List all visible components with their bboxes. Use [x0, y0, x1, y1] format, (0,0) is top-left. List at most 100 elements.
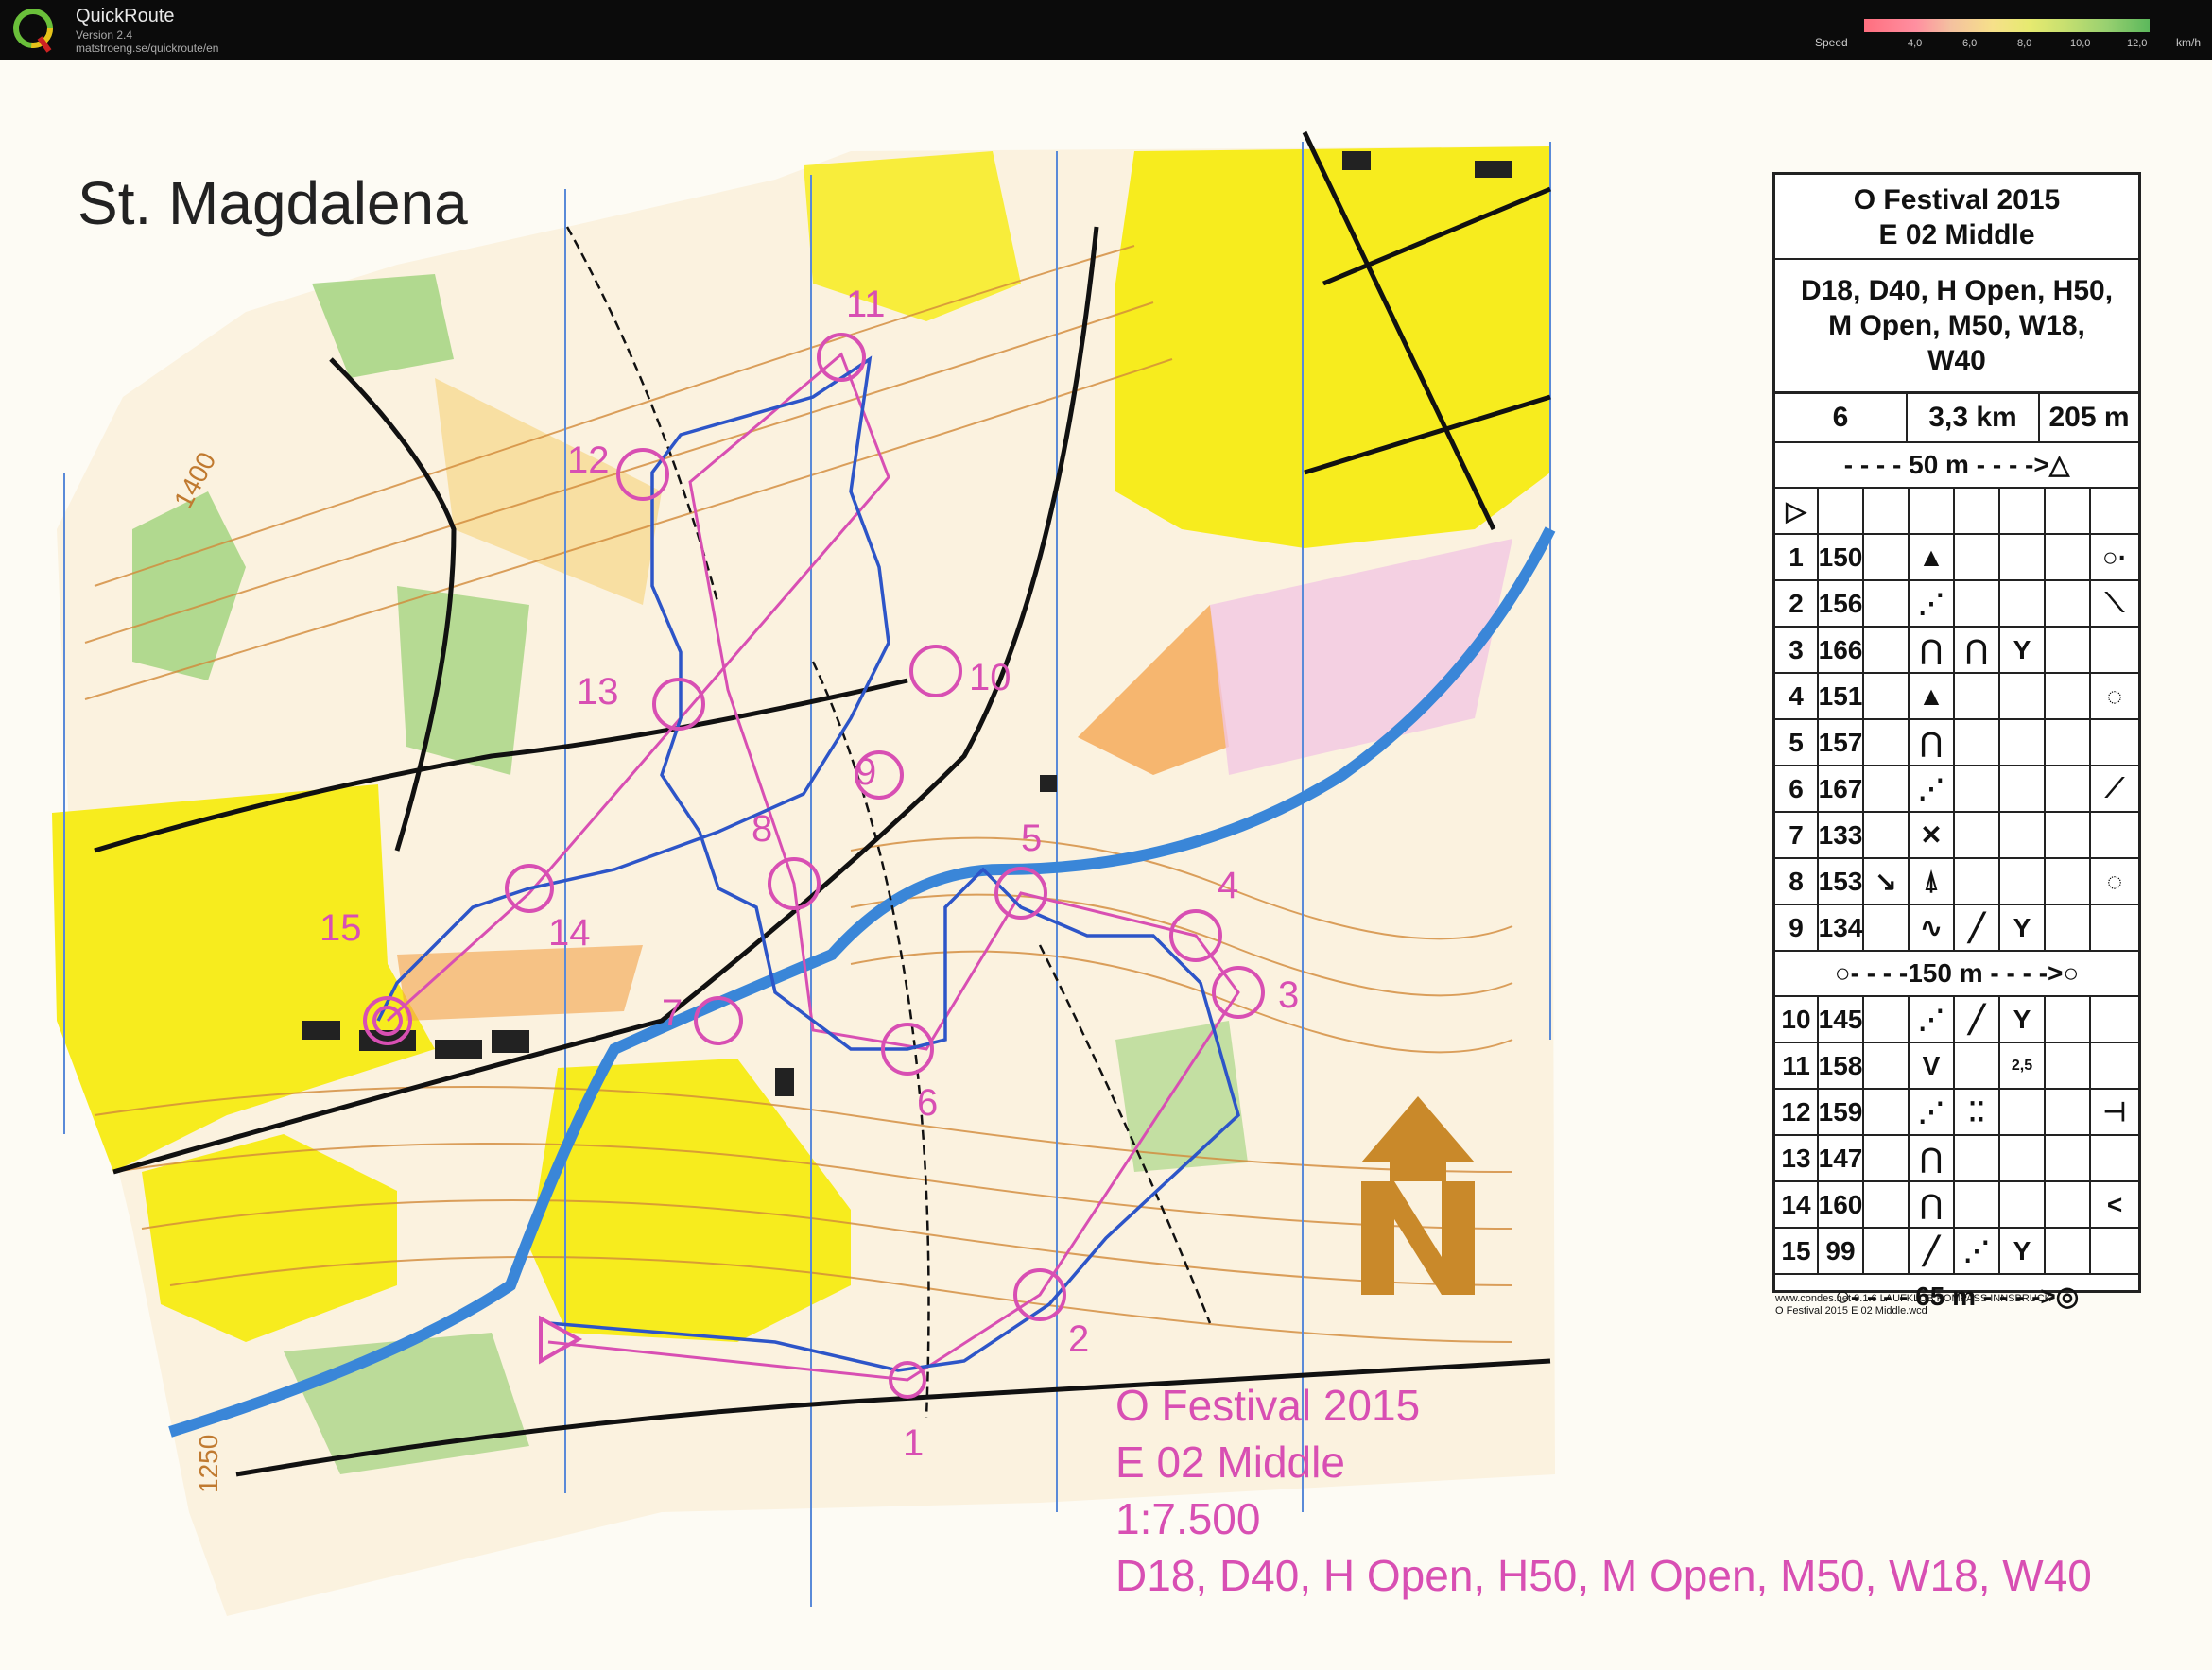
app-url: matstroeng.se/quickroute/en — [76, 42, 219, 55]
cd-combination-symbol — [2046, 813, 2091, 857]
control-label: 13 — [577, 671, 619, 713]
cd-which-feature — [1864, 535, 1910, 579]
cd-control-row: 14 160 ⋂ < — [1775, 1182, 2138, 1229]
cd-which-feature — [1864, 628, 1910, 672]
cd-cell — [2091, 489, 2138, 533]
rough-open-area — [397, 945, 643, 1021]
cd-control-code: 133 — [1819, 813, 1864, 857]
control-label: 4 — [1218, 865, 1238, 906]
cd-footer-line: O Festival 2015 E 02 Middle.wcd — [1775, 1305, 1927, 1317]
control-label: 6 — [917, 1082, 938, 1124]
cd-control-row: 12 159 ⋰ ⁚⁚ ⊣ — [1775, 1090, 2138, 1136]
cd-location-symbol: ⟋ — [2105, 773, 2124, 802]
cd-classes-line: M Open, M50, W18, — [1828, 310, 2085, 341]
cd-control-number: 2 — [1775, 581, 1819, 626]
event-course: E 02 Middle — [1115, 1438, 1345, 1487]
cd-combination-symbol — [2046, 720, 2091, 765]
cd-dimension-symbol: Y — [2000, 905, 2046, 950]
cd-location-symbol — [2091, 905, 2138, 950]
control-label: 14 — [548, 912, 591, 954]
cd-cell — [2046, 489, 2091, 533]
cd-control-code: 167 — [1819, 766, 1864, 811]
cd-combination-symbol — [2046, 997, 2091, 1042]
cd-appearance-symbol — [1955, 581, 2000, 626]
control-label: 1 — [903, 1422, 924, 1464]
cd-feature-symbol: V — [1910, 1043, 1955, 1088]
cd-control-code: 99 — [1819, 1229, 1864, 1273]
cd-control-row: 1 150 ▲ ○· — [1775, 535, 2138, 581]
cd-control-number: 10 — [1775, 997, 1819, 1042]
cd-appearance-symbol — [1955, 674, 2000, 718]
cd-feature-symbol: ▲ — [1910, 674, 1955, 718]
cd-dimension-symbol: 2,5 — [2000, 1043, 2046, 1088]
cd-appearance-symbol: ╱ — [1955, 997, 2000, 1042]
cd-dimension-symbol: Y — [2000, 628, 2046, 672]
cd-control-code: 159 — [1819, 1090, 1864, 1134]
control-label: 10 — [969, 657, 1011, 698]
cd-which-feature — [1864, 581, 1910, 626]
cd-classes-line: W40 — [1927, 345, 1986, 376]
cd-footer-line: www.condes.net 9.1.6 LAUFKLUB KOMPASS IN… — [1775, 1293, 2052, 1304]
cd-cell — [1955, 489, 2000, 533]
cd-feature-symbol: ⋰ — [1910, 766, 1955, 811]
cd-control-number: 6 — [1775, 766, 1819, 811]
cd-control-code: 150 — [1819, 535, 1864, 579]
cd-location-symbol — [2091, 1136, 2138, 1180]
cd-control-number: 15 — [1775, 1229, 1819, 1273]
cd-combination-symbol — [2046, 859, 2091, 904]
cd-marked-route: - - - - 50 m - - - ->△ — [1775, 443, 2138, 489]
cd-event: O Festival 2015 E 02 Middle — [1775, 175, 2138, 260]
cd-feature-symbol: ▲ — [1910, 535, 1955, 579]
cd-combination-symbol — [2046, 1182, 2091, 1227]
cd-control-row: 9 134 ∿ ╱ Y — [1775, 905, 2138, 952]
cd-control-number: 11 — [1775, 1043, 1819, 1088]
cd-feature-symbol: ∿ — [1910, 905, 1955, 950]
cd-combination-symbol — [2046, 674, 2091, 718]
cd-appearance-symbol: ⁚⁚ — [1955, 1090, 2000, 1134]
cd-which-feature — [1864, 997, 1910, 1042]
cd-combination-symbol — [2046, 1090, 2091, 1134]
start-triangle-icon: ▷ — [1775, 489, 1819, 533]
cd-rows: 10 145 ⋰ ╱ Y 11 158 V 2,5 12 159 ⋰ ⁚⁚ ⊣ 13 147 ⋂ 14 160 ⋂ <1… — [1775, 997, 2138, 1275]
cd-combination-symbol — [2046, 905, 2091, 950]
cd-footer: www.condes.net 9.1.6 LAUFKLUB KOMPASS IN… — [1775, 1293, 2051, 1317]
cd-feature-symbol: ⋰ — [1910, 997, 1955, 1042]
cd-control-number: 13 — [1775, 1136, 1819, 1180]
cd-appearance-symbol — [1955, 766, 2000, 811]
speed-tick: 12,0 — [2127, 38, 2148, 49]
speed-tick: 8,0 — [2017, 38, 2032, 49]
cd-control-row: 13 147 ⋂ — [1775, 1136, 2138, 1182]
cd-which-feature — [1864, 1136, 1910, 1180]
cd-location-symbol: ○· — [2101, 542, 2128, 572]
cd-appearance-symbol — [1955, 1182, 2000, 1227]
cd-combination-symbol — [2046, 1229, 2091, 1273]
cd-control-row: 7 133 ✕ — [1775, 813, 2138, 859]
cd-start-row: ▷ — [1775, 489, 2138, 535]
cd-control-code: 151 — [1819, 674, 1864, 718]
cd-location-symbol — [2091, 720, 2138, 765]
cd-appearance-symbol — [1955, 859, 2000, 904]
cd-which-feature — [1864, 1229, 1910, 1273]
north-arrow-icon — [1361, 1096, 1475, 1295]
cd-which-feature — [1864, 766, 1910, 811]
cd-which-feature — [1864, 1090, 1910, 1134]
cd-appearance-symbol: ╱ — [1955, 905, 2000, 950]
cd-control-code: 166 — [1819, 628, 1864, 672]
cd-appearance-symbol — [1955, 813, 2000, 857]
app-title: QuickRoute — [76, 6, 175, 26]
control-label: 9 — [855, 751, 876, 793]
cd-location-symbol: ⊣ — [2102, 1097, 2127, 1127]
cd-control-row: 2 156 ⋰ ⟍ — [1775, 581, 2138, 628]
cd-feature-symbol: ⋂ — [1910, 1136, 1955, 1180]
cd-control-number: 5 — [1775, 720, 1819, 765]
speed-legend-gradient — [1864, 19, 2150, 32]
cd-dimension-symbol — [2000, 581, 2046, 626]
cd-control-number: 8 — [1775, 859, 1819, 904]
cd-control-number: 3 — [1775, 628, 1819, 672]
cd-control-code: 160 — [1819, 1182, 1864, 1227]
cd-appearance-symbol — [1955, 1043, 2000, 1088]
cd-location-symbol — [2091, 628, 2138, 672]
cd-course-info: 6 3,3 km 205 m — [1775, 394, 2138, 443]
control-label: 5 — [1021, 818, 1042, 859]
vegetation-area — [397, 586, 529, 775]
